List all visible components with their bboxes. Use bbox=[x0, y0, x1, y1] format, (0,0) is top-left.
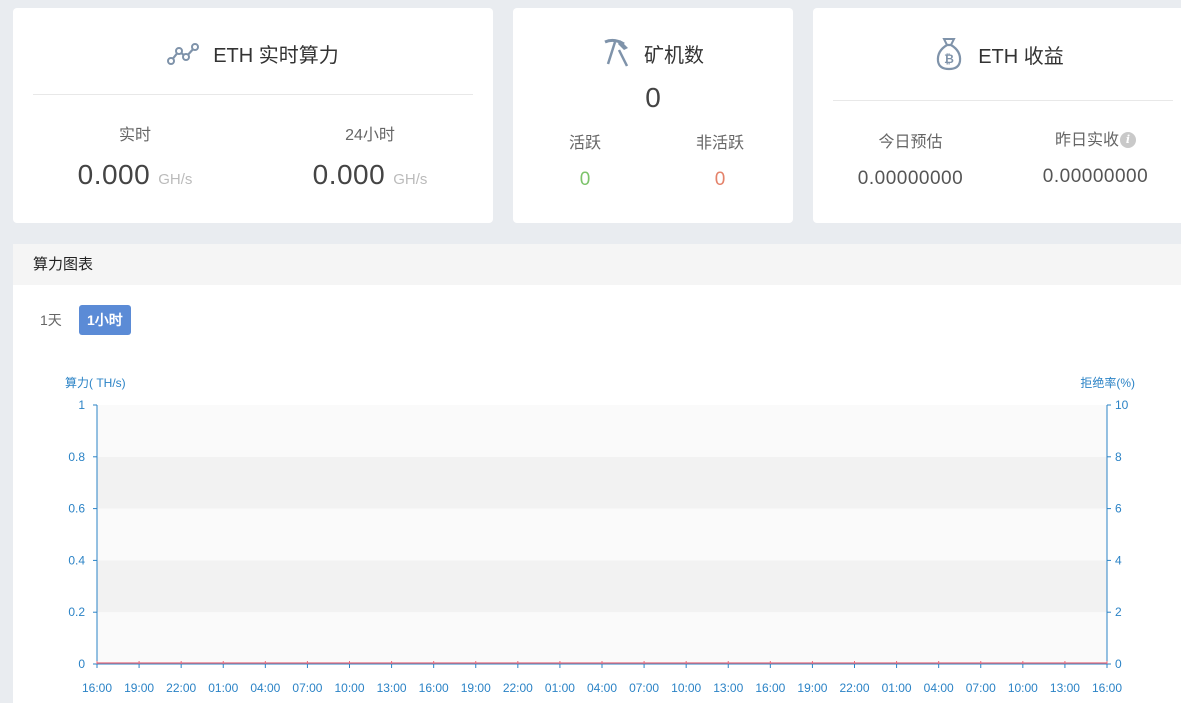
miners-total: 0 bbox=[513, 82, 793, 114]
earnings-card: ₿ ETH 收益 今日预估 0.00000000 昨日实收 i 0.0000000… bbox=[813, 8, 1181, 223]
today-value: 0.00000000 bbox=[857, 168, 964, 189]
x-tick-label: 10:00 bbox=[671, 681, 701, 695]
grid-band bbox=[97, 560, 1107, 613]
right-tick-label: 6 bbox=[1115, 502, 1122, 516]
left-tick-label: 0.2 bbox=[68, 605, 85, 619]
right-axis-title: 拒绝率(%) bbox=[1080, 375, 1135, 390]
avg24-unit: GH/s bbox=[393, 171, 428, 188]
avg24-hashrate: 24小时 0.000 GH/s bbox=[248, 121, 492, 191]
info-icon[interactable]: i bbox=[1120, 132, 1136, 148]
right-tick-label: 4 bbox=[1115, 553, 1122, 567]
grid-band bbox=[97, 508, 1107, 561]
x-tick-label: 16:00 bbox=[419, 681, 449, 695]
inactive-miners: 非活跃 0 bbox=[660, 129, 780, 191]
line-chart-icon bbox=[167, 42, 200, 65]
x-tick-label: 07:00 bbox=[292, 681, 322, 695]
yesterday-value: 0.00000000 bbox=[1042, 166, 1149, 187]
active-value: 0 bbox=[579, 169, 591, 190]
inactive-label: 非活跃 bbox=[695, 135, 744, 152]
bitcoin-bag-icon: ₿ bbox=[934, 37, 964, 71]
realtime-value: 0.000 bbox=[77, 159, 151, 190]
inactive-value: 0 bbox=[714, 169, 726, 190]
x-tick-label: 22:00 bbox=[503, 681, 533, 695]
today-estimate: 今日预估 0.00000000 bbox=[818, 128, 1003, 190]
avg24-value: 0.000 bbox=[312, 159, 386, 190]
x-tick-label: 10:00 bbox=[1008, 681, 1038, 695]
hashrate-chart-panel: 算力图表 1天 1小时 算力( TH/s) 拒绝率(%) 0 0.2 0.4 0.6 0.8… bbox=[13, 244, 1181, 703]
x-tick-label: 19:00 bbox=[797, 681, 827, 695]
svg-text:₿: ₿ bbox=[944, 52, 954, 66]
left-tick-label: 1 bbox=[78, 398, 85, 412]
right-tick-label: 2 bbox=[1115, 605, 1122, 619]
miners-card-title: 矿机数 bbox=[644, 44, 704, 67]
x-tick-label: 01:00 bbox=[545, 681, 575, 695]
x-tick-label: 16:00 bbox=[1092, 681, 1122, 695]
active-label: 活跃 bbox=[568, 135, 601, 152]
x-tick-label: 22:00 bbox=[166, 681, 196, 695]
yesterday-actual: 昨日实收 i 0.00000000 bbox=[1003, 126, 1181, 188]
miners-total-value: 0 bbox=[645, 82, 661, 113]
x-tick-label: 19:00 bbox=[461, 681, 491, 695]
x-tick-label: 13:00 bbox=[377, 681, 407, 695]
x-tick-label: 19:00 bbox=[124, 681, 154, 695]
x-tick-label: 13:00 bbox=[1050, 681, 1080, 695]
right-tick-label: 8 bbox=[1115, 450, 1122, 464]
right-tick-label: 0 bbox=[1115, 657, 1122, 671]
avg24-label: 24小时 bbox=[345, 127, 395, 144]
yesterday-label: 昨日实收 bbox=[1054, 132, 1119, 149]
hashrate-card: ETH 实时算力 实时 0.000 GH/s 24小时 0.000 GH/s bbox=[13, 8, 493, 223]
hashrate-card-header: ETH 实时算力 bbox=[13, 39, 493, 68]
miners-card: 矿机数 0 活跃 0 非活跃 0 bbox=[513, 8, 793, 223]
today-label: 今日预估 bbox=[878, 134, 943, 151]
right-tick-label: 10 bbox=[1115, 398, 1129, 412]
left-axis-title: 算力( TH/s) bbox=[65, 375, 126, 390]
x-tick-label: 22:00 bbox=[839, 681, 869, 695]
x-tick-label: 01:00 bbox=[208, 681, 238, 695]
realtime-hashrate: 实时 0.000 GH/s bbox=[13, 121, 257, 191]
x-tick-label: 16:00 bbox=[755, 681, 785, 695]
x-tick-label: 04:00 bbox=[587, 681, 617, 695]
pickaxe-icon bbox=[602, 38, 630, 68]
miners-card-header: 矿机数 bbox=[513, 38, 793, 68]
divider bbox=[833, 100, 1173, 101]
earnings-card-title: ETH 收益 bbox=[978, 45, 1064, 68]
hashrate-chart: 算力( TH/s) 拒绝率(%)00.20.40.60.81024681016:0… bbox=[65, 375, 1135, 695]
x-tick-label: 04:00 bbox=[250, 681, 280, 695]
realtime-unit: GH/s bbox=[158, 171, 193, 188]
x-tick-label: 04:00 bbox=[924, 681, 954, 695]
earnings-card-header: ₿ ETH 收益 bbox=[805, 37, 1181, 71]
active-miners: 活跃 0 bbox=[525, 129, 645, 191]
realtime-label: 实时 bbox=[118, 127, 151, 144]
x-tick-label: 10:00 bbox=[334, 681, 364, 695]
x-tick-label: 16:00 bbox=[82, 681, 112, 695]
x-tick-label: 13:00 bbox=[713, 681, 743, 695]
left-tick-label: 0.8 bbox=[68, 450, 85, 464]
grid-band bbox=[97, 456, 1107, 509]
hashrate-card-title: ETH 实时算力 bbox=[213, 45, 339, 67]
divider bbox=[33, 94, 473, 95]
grid-band bbox=[97, 405, 1107, 457]
left-tick-label: 0.6 bbox=[68, 502, 85, 516]
x-tick-label: 07:00 bbox=[966, 681, 996, 695]
x-tick-label: 01:00 bbox=[882, 681, 912, 695]
left-tick-label: 0.4 bbox=[68, 553, 85, 567]
x-tick-label: 07:00 bbox=[629, 681, 659, 695]
grid-band bbox=[97, 612, 1107, 664]
left-tick-label: 0 bbox=[78, 657, 85, 671]
